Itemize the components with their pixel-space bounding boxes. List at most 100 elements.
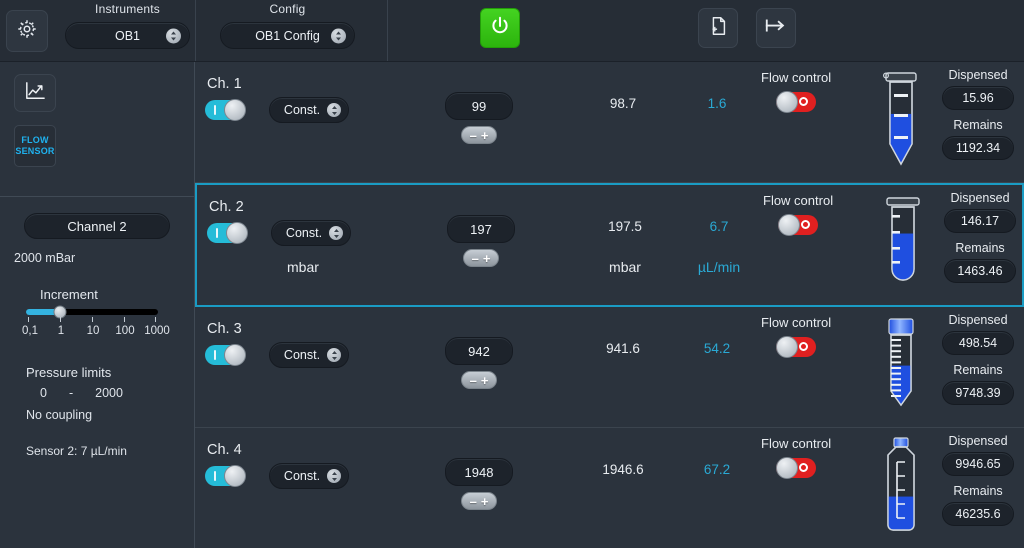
channel-enable-toggle-wrap[interactable] [207, 222, 248, 244]
channel-flow-value: 54.2 [703, 341, 731, 356]
stepper-minus-button[interactable]: – [470, 129, 477, 142]
toggle-on-mark [214, 471, 216, 481]
channel-name: Ch. 4 [207, 442, 242, 458]
channel-vessel-falcon-tube-icon [873, 311, 929, 419]
dispensed-value[interactable]: 498.54 [942, 331, 1014, 355]
stepper-minus-button[interactable]: – [470, 374, 477, 387]
remains-value[interactable]: 1192.34 [942, 136, 1014, 160]
config-select[interactable]: OB1 Config [220, 22, 355, 49]
channel-row[interactable]: Ch. 3 Const. 942 – + 941.6 54.2 Flow con… [195, 307, 1024, 428]
settings-gear-button[interactable] [6, 10, 48, 52]
flow-control-label: Flow control [763, 193, 834, 208]
export-button[interactable] [756, 8, 796, 48]
stepper-plus-button[interactable]: + [483, 252, 491, 265]
channel-volume-readout: Dispensed 15.96 Remains 1192.34 [935, 68, 1021, 160]
channel-row[interactable]: Ch. 1 Const. 99 – + 98.7 1.6 Flow contro… [195, 62, 1024, 183]
toggle-on-mark [216, 228, 218, 238]
channel-mode-wrap[interactable]: Const. [269, 342, 349, 368]
channel-row[interactable]: Ch. 4 Const. 1948 – + 1946.6 67.2 Flow c… [195, 428, 1024, 548]
remains-label: Remains [953, 363, 1003, 377]
stepper-minus-button[interactable]: – [472, 252, 479, 265]
stepper-plus-button[interactable]: + [481, 374, 489, 387]
channel-setpoint-stepper[interactable]: – + [461, 126, 497, 144]
flow-control-toggle[interactable] [776, 457, 817, 479]
left-sidebar: FLOW SENSOR Channel 2 2000 mBar Incremen… [0, 62, 195, 548]
toggle-knob[interactable] [776, 336, 799, 358]
increment-title: Increment [40, 287, 98, 302]
channel-enable-toggle-wrap[interactable] [205, 344, 246, 366]
channel-setpoint-input[interactable]: 99 [445, 92, 513, 120]
dispensed-value[interactable]: 9946.65 [942, 452, 1014, 476]
channel-setpoint-wrap[interactable]: 942 – + [445, 337, 513, 389]
flow-control-toggle[interactable] [776, 336, 817, 358]
channel-setpoint-stepper[interactable]: – + [461, 371, 497, 389]
channel-enable-toggle[interactable] [205, 99, 246, 121]
toggle-knob[interactable] [224, 344, 246, 366]
remains-value[interactable]: 46235.6 [942, 502, 1014, 526]
channel-vessel-round-bottom-tube-icon [875, 189, 931, 297]
increment-slider[interactable] [26, 305, 158, 319]
stepper-plus-button[interactable]: + [481, 495, 489, 508]
channel-setpoint-input[interactable]: 197 [447, 215, 515, 243]
channel-mode-select[interactable]: Const. [269, 97, 349, 123]
channel-mode-select[interactable]: Const. [269, 342, 349, 368]
channel-setpoint-input[interactable]: 942 [445, 337, 513, 365]
max-pressure-label: 2000 mBar [14, 251, 76, 265]
channel-setpoint-stepper[interactable]: – + [463, 249, 499, 267]
flow-sensor-button[interactable]: FLOW SENSOR [14, 125, 56, 167]
toggle-knob[interactable] [226, 222, 248, 244]
remains-label: Remains [955, 241, 1005, 255]
flow-control-toggle[interactable] [778, 214, 819, 236]
flow-sensor-label-line2: SENSOR [15, 146, 55, 156]
pressure-limits-block: Pressure limits 0 - 2000 No coupling Sen… [14, 365, 180, 458]
channel-enable-toggle[interactable] [205, 465, 246, 487]
dispensed-value[interactable]: 146.17 [944, 209, 1016, 233]
channel-enable-toggle[interactable] [207, 222, 248, 244]
channel-mode-wrap[interactable]: Const. [271, 220, 351, 246]
instruments-select[interactable]: OB1 [65, 22, 190, 49]
sidebar-tool-buttons: FLOW SENSOR [0, 62, 194, 197]
instruments-value: OB1 [114, 28, 140, 43]
selected-channel-pill[interactable]: Channel 2 [24, 213, 170, 239]
toggle-knob[interactable] [776, 91, 799, 113]
power-icon [489, 15, 511, 42]
channel-setpoint-stepper[interactable]: – + [461, 492, 497, 510]
channel-mode-value: Const. [283, 469, 321, 483]
toggle-knob[interactable] [224, 465, 246, 487]
coupling-status: No coupling [26, 408, 93, 422]
stepper-plus-button[interactable]: + [481, 129, 489, 142]
graph-view-button[interactable] [14, 74, 56, 112]
channel-volume-readout: Dispensed 9946.65 Remains 46235.6 [935, 434, 1021, 526]
channel-setpoint-input[interactable]: 1948 [445, 458, 513, 486]
remains-value[interactable]: 9748.39 [942, 381, 1014, 405]
channel-mode-select[interactable]: Const. [269, 463, 349, 489]
pressure-limit-min: 0 [40, 386, 47, 400]
remains-value[interactable]: 1463.46 [944, 259, 1016, 283]
stepper-minus-button[interactable]: – [470, 495, 477, 508]
channel-enable-toggle-wrap[interactable] [205, 99, 246, 121]
power-button[interactable] [480, 8, 520, 48]
config-label: Config [269, 2, 306, 16]
channel-mode-wrap[interactable]: Const. [269, 97, 349, 123]
channel-flow-unit: µL/min [697, 259, 741, 275]
toggle-knob[interactable] [778, 214, 801, 236]
dispensed-value[interactable]: 15.96 [942, 86, 1014, 110]
new-document-button[interactable] [698, 8, 738, 48]
channel-mode-wrap[interactable]: Const. [269, 463, 349, 489]
toggle-off-mark [799, 342, 809, 351]
channel-row[interactable]: Ch. 2 Const. mbar 197 – + 197.5 mbar 6.7… [195, 183, 1024, 307]
toggle-knob[interactable] [776, 457, 799, 479]
remains-label: Remains [953, 484, 1003, 498]
remains-label: Remains [953, 118, 1003, 132]
channel-setpoint-wrap[interactable]: 1948 – + [445, 458, 513, 510]
flow-control-toggle[interactable] [776, 91, 817, 113]
channel-setpoint-wrap[interactable]: 197 – + [447, 215, 515, 267]
increment-tick-marks [26, 317, 158, 325]
channel-setpoint-wrap[interactable]: 99 – + [445, 92, 513, 144]
channel-enable-toggle-wrap[interactable] [205, 465, 246, 487]
toggle-knob[interactable] [224, 99, 246, 121]
channel-name: Ch. 3 [207, 321, 242, 337]
channel-measured-unit: mbar [609, 259, 641, 275]
channel-mode-select[interactable]: Const. [271, 220, 351, 246]
channel-enable-toggle[interactable] [205, 344, 246, 366]
